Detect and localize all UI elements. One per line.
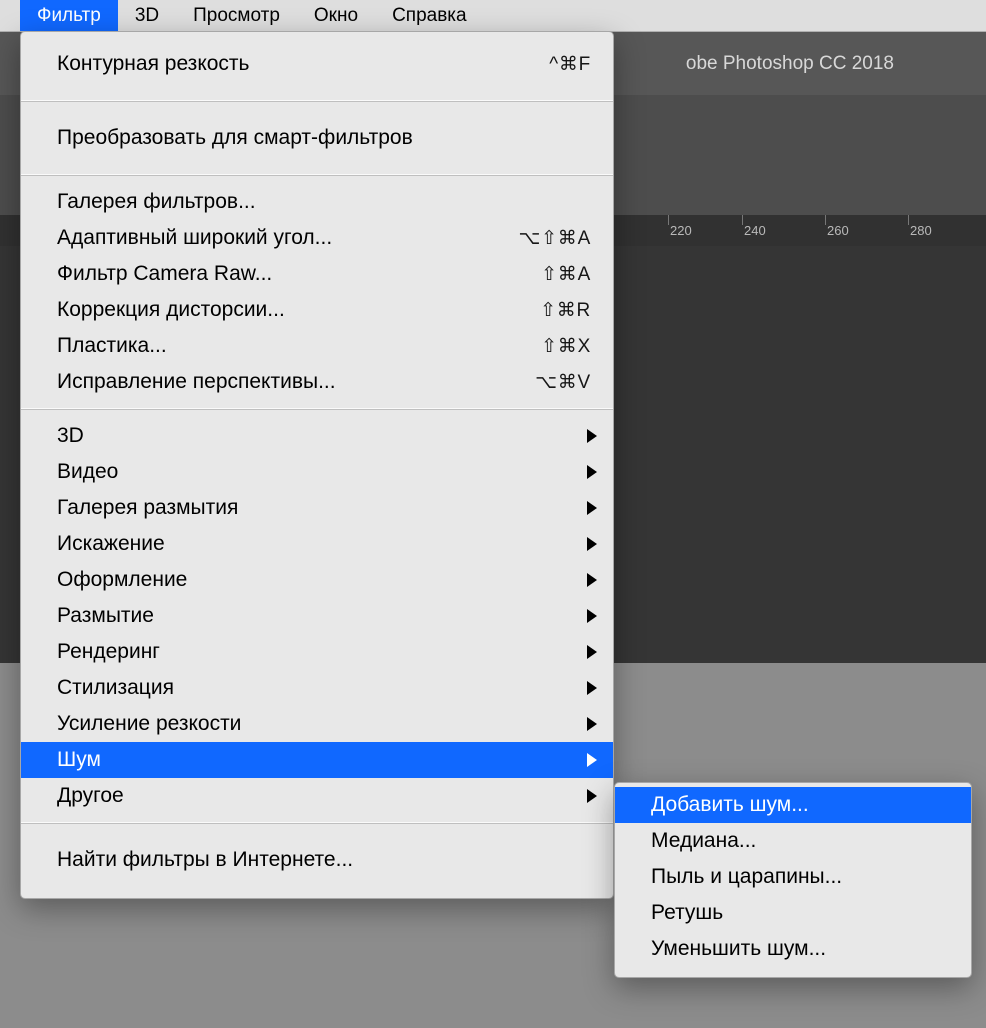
menu-separator (21, 822, 613, 824)
menu-item-label: Пыль и царапины... (651, 865, 949, 889)
menu-item-last-filter[interactable]: Контурная резкость ^⌘F (21, 36, 613, 92)
app-root: obe Photoshop CC 2018 220 240 260 280 Фи… (0, 0, 986, 1028)
menu-item-liquify[interactable]: Пластика... ⇧⌘X (21, 328, 613, 364)
menu-item-browse-online[interactable]: Найти фильтры в Интернете... (21, 832, 613, 888)
menu-item-shortcut: ^⌘F (549, 53, 591, 76)
menu-item-label: 3D (57, 424, 591, 448)
menu-separator (21, 100, 613, 102)
menu-item-camera-raw[interactable]: Фильтр Camera Raw... ⇧⌘A (21, 256, 613, 292)
menu-item-label: Шум (57, 748, 591, 772)
menu-item-sharpen[interactable]: Усиление резкости (21, 706, 613, 742)
menu-item-shortcut: ⌥⇧⌘A (518, 227, 591, 250)
submenu-item-reduce-noise[interactable]: Уменьшить шум... (615, 931, 971, 967)
menubar-item-3d[interactable]: 3D (118, 0, 176, 31)
menu-item-label: Видео (57, 460, 591, 484)
ruler-tick: 280 (910, 223, 932, 238)
menu-item-label: Галерея фильтров... (57, 190, 591, 214)
menu-item-convert-smart[interactable]: Преобразовать для смарт-фильтров (21, 110, 613, 166)
menu-item-label: Медиана... (651, 829, 949, 853)
menu-item-stylize[interactable]: Стилизация (21, 670, 613, 706)
submenu-arrow-icon (587, 465, 597, 479)
menu-separator (21, 408, 613, 410)
submenu-arrow-icon (587, 537, 597, 551)
submenu-item-despeckle[interactable]: Ретушь (615, 895, 971, 931)
submenu-item-add-noise[interactable]: Добавить шум... (615, 787, 971, 823)
submenu-arrow-icon (587, 609, 597, 623)
menu-item-blur[interactable]: Размытие (21, 598, 613, 634)
submenu-item-dust-scratches[interactable]: Пыль и царапины... (615, 859, 971, 895)
menu-separator (21, 174, 613, 176)
menu-item-video[interactable]: Видео (21, 454, 613, 490)
menubar-item-filter[interactable]: Фильтр (20, 0, 118, 31)
submenu-item-median[interactable]: Медиана... (615, 823, 971, 859)
menu-item-label: Другое (57, 784, 591, 808)
submenu-arrow-icon (587, 717, 597, 731)
menu-item-label: Стилизация (57, 676, 591, 700)
submenu-arrow-icon (587, 681, 597, 695)
submenu-arrow-icon (587, 501, 597, 515)
submenu-arrow-icon (587, 789, 597, 803)
menu-item-distort[interactable]: Искажение (21, 526, 613, 562)
menu-item-adaptive-wide-angle[interactable]: Адаптивный широкий угол... ⌥⇧⌘A (21, 220, 613, 256)
menu-item-label: Коррекция дисторсии... (57, 298, 540, 322)
menubar-item-view[interactable]: Просмотр (176, 0, 297, 31)
menu-item-label: Найти фильтры в Интернете... (57, 848, 591, 872)
menu-item-label: Оформление (57, 568, 591, 592)
menu-item-label: Исправление перспективы... (57, 370, 535, 394)
menu-item-render[interactable]: Рендеринг (21, 634, 613, 670)
filter-menu: Контурная резкость ^⌘F Преобразовать для… (20, 31, 614, 899)
menu-item-label: Адаптивный широкий угол... (57, 226, 518, 250)
menu-item-label: Искажение (57, 532, 591, 556)
submenu-arrow-icon (587, 753, 597, 767)
submenu-arrow-icon (587, 573, 597, 587)
menu-item-filter-gallery[interactable]: Галерея фильтров... (21, 184, 613, 220)
menu-item-label: Рендеринг (57, 640, 591, 664)
menu-item-label: Ретушь (651, 901, 949, 925)
menu-item-label: Контурная резкость (57, 52, 549, 76)
ruler-tick: 240 (744, 223, 766, 238)
menu-item-pixelate[interactable]: Оформление (21, 562, 613, 598)
menu-item-shortcut: ⇧⌘A (541, 263, 591, 286)
submenu-arrow-icon (587, 429, 597, 443)
menu-item-label: Добавить шум... (651, 793, 949, 817)
menu-item-vanishing-point[interactable]: Исправление перспективы... ⌥⌘V (21, 364, 613, 400)
menu-item-label: Фильтр Camera Raw... (57, 262, 541, 286)
menu-item-noise[interactable]: Шум (21, 742, 613, 778)
menu-item-shortcut: ⇧⌘R (540, 299, 591, 322)
menu-item-blur-gallery[interactable]: Галерея размытия (21, 490, 613, 526)
menu-item-shortcut: ⌥⌘V (535, 371, 591, 394)
menu-item-label: Уменьшить шум... (651, 937, 949, 961)
menu-item-shortcut: ⇧⌘X (541, 335, 591, 358)
menu-item-label: Галерея размытия (57, 496, 591, 520)
menu-item-lens-correction[interactable]: Коррекция дисторсии... ⇧⌘R (21, 292, 613, 328)
menu-item-label: Преобразовать для смарт-фильтров (57, 126, 591, 150)
menubar: Фильтр 3D Просмотр Окно Справка (0, 0, 986, 32)
menu-item-label: Размытие (57, 604, 591, 628)
menu-item-label: Усиление резкости (57, 712, 591, 736)
submenu-arrow-icon (587, 645, 597, 659)
noise-submenu: Добавить шум... Медиана... Пыль и царапи… (614, 782, 972, 978)
menu-item-other[interactable]: Другое (21, 778, 613, 814)
menu-item-3d[interactable]: 3D (21, 418, 613, 454)
window-title: obe Photoshop CC 2018 (686, 53, 894, 75)
ruler-tick: 220 (670, 223, 692, 238)
menubar-item-help[interactable]: Справка (375, 0, 484, 31)
ruler-tick: 260 (827, 223, 849, 238)
menubar-item-window[interactable]: Окно (297, 0, 375, 31)
menu-item-label: Пластика... (57, 334, 541, 358)
